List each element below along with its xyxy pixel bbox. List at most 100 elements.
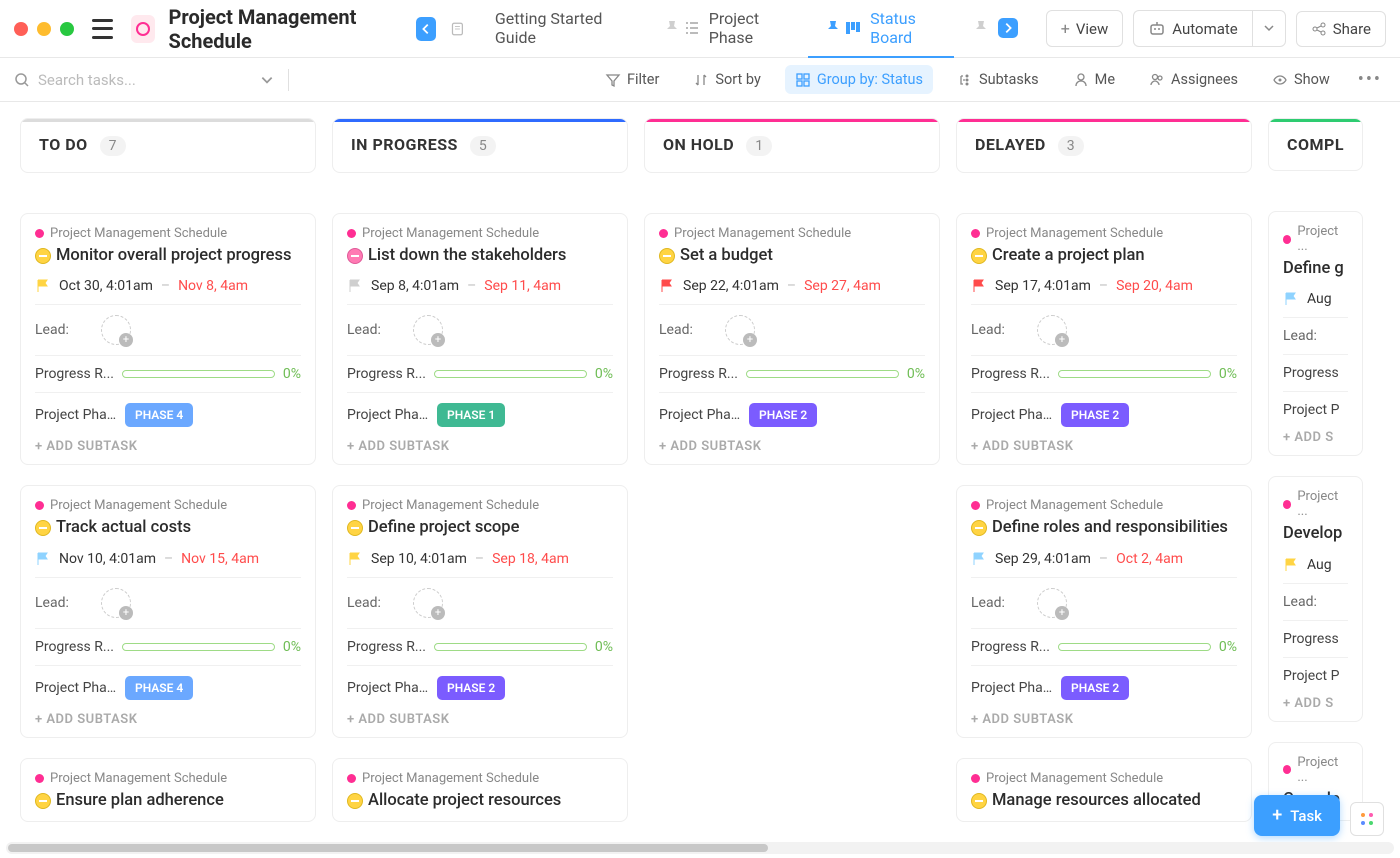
progress-bar[interactable] <box>122 643 275 651</box>
project-title: Project Management Schedule <box>169 5 397 53</box>
board-icon <box>844 19 862 37</box>
task-card[interactable]: Project Management ScheduleTrack actual … <box>20 485 316 737</box>
phase-chip[interactable]: PHASE 1 <box>437 403 505 427</box>
progress-bar[interactable] <box>1058 643 1211 651</box>
horizontal-scrollbar[interactable] <box>6 842 1394 854</box>
phase-chip[interactable]: PHASE 2 <box>749 403 817 427</box>
add-subtask-button[interactable]: + ADD S <box>1283 696 1348 711</box>
assign-lead-button[interactable] <box>413 315 443 345</box>
start-date: Sep 22, 4:01am <box>683 278 779 294</box>
task-card[interactable]: Project Management ScheduleDefine roles … <box>956 485 1252 737</box>
minimize-window[interactable] <box>37 22 51 36</box>
pin-icon <box>663 19 681 37</box>
progress-bar[interactable] <box>434 643 587 651</box>
close-window[interactable] <box>14 22 28 36</box>
due-date: Nov 15, 4am <box>181 551 259 567</box>
nav-back-button[interactable] <box>416 17 436 41</box>
tab-next[interactable] <box>964 0 1026 58</box>
add-subtask-button[interactable]: + ADD SUBTASK <box>35 712 301 727</box>
assign-lead-button[interactable] <box>101 315 131 345</box>
flag-icon <box>971 278 987 294</box>
scrollbar-thumb[interactable] <box>8 844 768 852</box>
task-card[interactable]: Project Management ScheduleDefine projec… <box>332 485 628 737</box>
show-button[interactable]: Show <box>1262 65 1340 94</box>
phase-chip[interactable]: PHASE 4 <box>125 676 193 700</box>
doc-icon <box>450 20 465 38</box>
add-subtask-button[interactable]: + ADD SUBTASK <box>347 712 613 727</box>
me-button[interactable]: Me <box>1063 65 1125 94</box>
hamburger-menu-icon[interactable] <box>92 19 113 39</box>
list-dot-icon <box>347 229 356 238</box>
task-card[interactable]: Project ...Define gAugLead:ProgressProje… <box>1268 211 1363 456</box>
tab-status-board[interactable]: Status Board <box>808 0 954 58</box>
assign-lead-button[interactable] <box>1037 588 1067 618</box>
search-input[interactable] <box>38 71 252 89</box>
subtasks-button[interactable]: Subtasks <box>947 65 1049 94</box>
add-subtask-button[interactable]: + ADD SUBTASK <box>971 439 1237 454</box>
phase-chip[interactable]: PHASE 2 <box>1061 676 1129 700</box>
nav-forward-button[interactable] <box>998 18 1018 38</box>
card-breadcrumb: Project Management Schedule <box>971 771 1237 786</box>
tab-project-phase[interactable]: Project Phase <box>647 0 798 58</box>
phase-label: Project Pha... <box>971 680 1053 696</box>
card-breadcrumb: Project Management Schedule <box>347 771 613 786</box>
assign-lead-button[interactable] <box>101 588 131 618</box>
progress-value: 0% <box>1219 366 1237 382</box>
new-task-button[interactable]: + Task <box>1254 795 1340 836</box>
column-header[interactable]: TO DO7 <box>20 118 316 173</box>
chevron-down-icon[interactable] <box>260 73 274 87</box>
maximize-window[interactable] <box>60 22 74 36</box>
window-controls <box>14 22 74 36</box>
add-subtask-button[interactable]: + ADD SUBTASK <box>971 712 1237 727</box>
status-icon <box>35 520 51 536</box>
column-header[interactable]: COMPL <box>1268 118 1363 171</box>
assign-lead-button[interactable] <box>1037 315 1067 345</box>
column-header[interactable]: IN PROGRESS5 <box>332 118 628 173</box>
share-button[interactable]: Share <box>1296 11 1386 47</box>
group-button[interactable]: Group by: Status <box>785 65 933 94</box>
button-label: Group by: Status <box>817 71 923 88</box>
add-subtask-button[interactable]: + ADD S <box>1283 430 1348 445</box>
phase-chip[interactable]: PHASE 2 <box>1061 403 1129 427</box>
progress-bar[interactable] <box>746 370 899 378</box>
apps-button[interactable] <box>1350 802 1384 836</box>
card-breadcrumb: Project Management Schedule <box>35 498 301 513</box>
add-subtask-button[interactable]: + ADD SUBTASK <box>659 439 925 454</box>
sort-button[interactable]: Sort by <box>683 65 770 94</box>
filter-button[interactable]: Filter <box>595 65 669 94</box>
more-menu[interactable]: ••• <box>1354 65 1386 94</box>
task-card[interactable]: Project Management ScheduleAllocate proj… <box>332 758 628 822</box>
assignees-button[interactable]: Assignees <box>1139 65 1248 94</box>
add-subtask-button[interactable]: + ADD SUBTASK <box>347 439 613 454</box>
phase-chip[interactable]: PHASE 4 <box>125 403 193 427</box>
progress-bar[interactable] <box>1058 370 1211 378</box>
tab-icon-group <box>824 19 862 37</box>
task-card[interactable]: Project Management ScheduleSet a budgetS… <box>644 213 940 465</box>
tab-getting-started[interactable]: Getting Started Guide <box>479 0 637 58</box>
sort-icon <box>693 72 709 88</box>
list-dot-icon <box>347 774 356 783</box>
task-card[interactable]: Project ...DevelopAugLead:ProgressProjec… <box>1268 476 1363 721</box>
column-header[interactable]: DELAYED3 <box>956 118 1252 173</box>
automate-button[interactable]: Automate <box>1133 10 1251 47</box>
automate-dropdown[interactable] <box>1252 10 1286 47</box>
task-card[interactable]: Project Management ScheduleMonitor overa… <box>20 213 316 465</box>
card-breadcrumb: Project Management Schedule <box>347 226 613 241</box>
assign-lead-button[interactable] <box>413 588 443 618</box>
progress-bar[interactable] <box>122 370 275 378</box>
list-dot-icon <box>971 501 980 510</box>
task-card[interactable]: Project Management ScheduleEnsure plan a… <box>20 758 316 822</box>
column-header[interactable]: ON HOLD1 <box>644 118 940 173</box>
phase-chip[interactable]: PHASE 2 <box>437 676 505 700</box>
toolbar: Filter Sort by Group by: Status Subtasks… <box>0 58 1400 102</box>
progress-bar[interactable] <box>434 370 587 378</box>
add-view-button[interactable]: + View <box>1046 10 1124 47</box>
task-card[interactable]: Project Management ScheduleList down the… <box>332 213 628 465</box>
assign-lead-button[interactable] <box>725 315 755 345</box>
status-icon <box>347 248 363 264</box>
add-subtask-button[interactable]: + ADD SUBTASK <box>35 439 301 454</box>
task-card[interactable]: Project Management ScheduleCreate a proj… <box>956 213 1252 465</box>
progress-value: 0% <box>595 639 613 655</box>
project-icon <box>131 15 154 43</box>
task-card[interactable]: Project Management ScheduleManage resour… <box>956 758 1252 822</box>
